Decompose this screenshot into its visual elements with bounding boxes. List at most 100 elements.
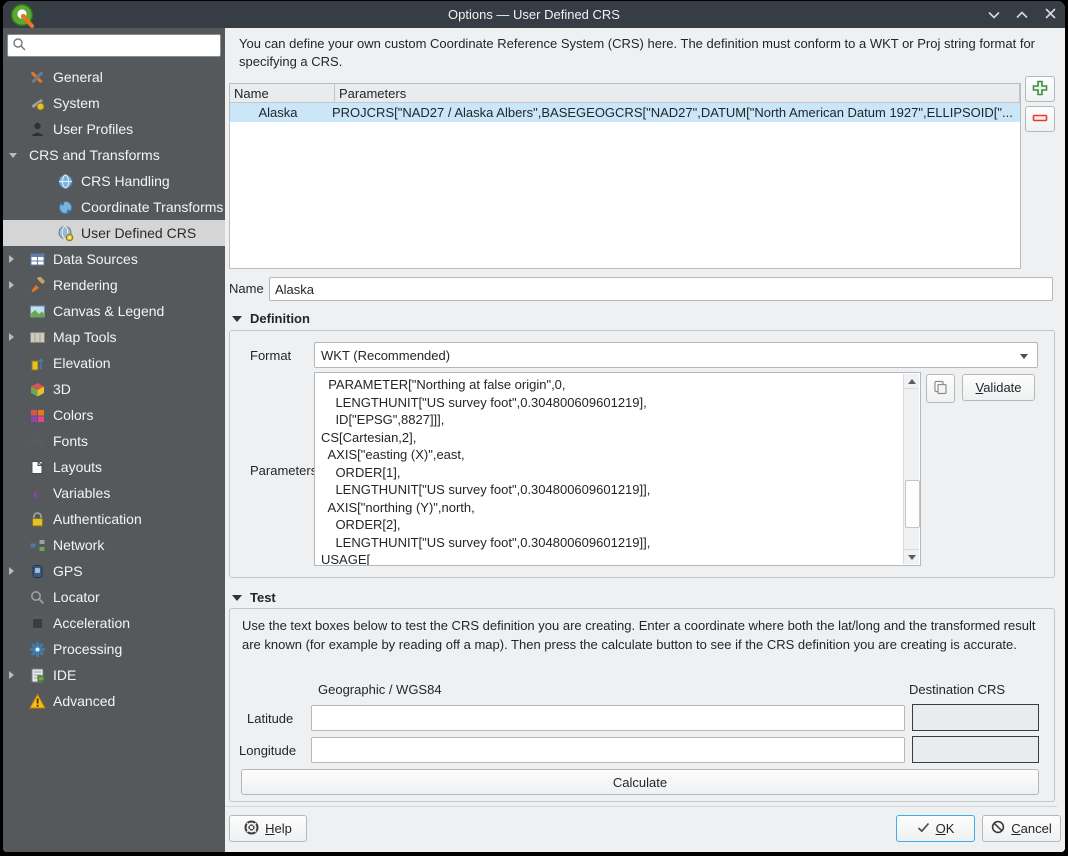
system-gear-icon <box>29 95 46 112</box>
sidebar-item-map-tools[interactable]: Map Tools <box>3 324 225 350</box>
sidebar-item-data-sources[interactable]: Data Sources <box>3 246 225 272</box>
definition-section-header[interactable]: Definition <box>232 311 310 326</box>
cube-3d-icon <box>29 381 46 398</box>
sidebar-item-gps[interactable]: GPS <box>3 558 225 584</box>
color-swatches-icon <box>29 407 46 424</box>
titlebar[interactable]: Options — User Defined CRS <box>3 1 1065 28</box>
crs-name-input[interactable] <box>269 277 1053 301</box>
sidebar-item-crs-handling[interactable]: CRS Handling <box>3 168 225 194</box>
cancel-button[interactable]: Cancel <box>982 815 1061 842</box>
test-section-header[interactable]: Test <box>232 590 276 605</box>
sidebar-search[interactable] <box>7 34 221 57</box>
sidebar-item-general[interactable]: General <box>3 64 225 90</box>
globe-arrows-icon <box>57 199 74 216</box>
ok-button[interactable]: OK <box>896 815 975 842</box>
latitude-input[interactable] <box>311 705 905 731</box>
sidebar-item-label: Network <box>53 537 105 553</box>
sidebar-item-network[interactable]: Network <box>3 532 225 558</box>
copy-icon <box>933 380 948 398</box>
destination-longitude-output <box>912 736 1039 763</box>
sidebar-item-fonts[interactable]: Aa Fonts <box>3 428 225 454</box>
sidebar-item-label: Variables <box>53 485 111 501</box>
sidebar-item-label: User Profiles <box>53 121 134 137</box>
sidebar-item-label: Colors <box>53 407 94 423</box>
sidebar-item-label: Locator <box>53 589 100 605</box>
sidebar-item-processing[interactable]: Processing <box>3 636 225 662</box>
geographic-wgs84-label: Geographic / WGS84 <box>318 682 442 697</box>
sidebar-item-coordinate-transforms[interactable]: Coordinate Transforms <box>3 194 225 220</box>
test-description: Use the text boxes below to test the CRS… <box>242 618 1036 652</box>
sidebar-item-label: General <box>53 69 103 85</box>
sidebar-item-label: Advanced <box>53 693 116 709</box>
gps-device-icon <box>29 563 46 580</box>
sidebar-item-label: Canvas & Legend <box>53 303 165 319</box>
sidebar-item-3d[interactable]: 3D <box>3 376 225 402</box>
longitude-input[interactable] <box>311 737 905 763</box>
sidebar-item-ide[interactable]: IDE <box>3 662 225 688</box>
scroll-up-icon[interactable] <box>904 374 919 389</box>
check-icon <box>917 821 930 836</box>
scroll-down-icon[interactable] <box>904 549 919 564</box>
parameters-label: Parameters <box>250 463 318 478</box>
epsilon-icon: ε <box>29 485 46 502</box>
expand-arrow-icon[interactable] <box>9 671 14 679</box>
sidebar-item-acceleration[interactable]: Acceleration <box>3 610 225 636</box>
expand-arrow-icon[interactable] <box>9 281 14 289</box>
sidebar-item-label: IDE <box>53 667 77 683</box>
sidebar-item-user-defined-crs[interactable]: User Defined CRS <box>3 220 225 246</box>
collapse-arrow-icon[interactable] <box>9 152 17 158</box>
sidebar-item-system[interactable]: System <box>3 90 225 116</box>
search-input[interactable] <box>26 37 220 54</box>
copy-wkt-button[interactable] <box>926 374 955 403</box>
sidebar-item-label: Elevation <box>53 355 111 371</box>
warning-triangle-icon <box>29 692 46 710</box>
name-label: Name <box>229 281 264 296</box>
sidebar-item-canvas-legend[interactable]: Canvas & Legend <box>3 298 225 324</box>
crs-table-row[interactable]: Alaska PROJCRS["NAD27 / Alaska Albers",BA… <box>230 103 1020 122</box>
sidebar-item-label: Rendering <box>53 277 118 293</box>
crs-parameters-editor[interactable]: PARAMETER["Northing at false origin",0, … <box>314 372 921 566</box>
destination-crs-label: Destination CRS <box>909 682 1006 697</box>
scrollbar-thumb[interactable] <box>905 480 920 528</box>
paintbrush-icon <box>29 276 46 294</box>
sidebar-item-label: GPS <box>53 563 83 579</box>
column-header-name: Name <box>230 84 335 102</box>
longitude-label: Longitude <box>239 743 297 758</box>
validate-button[interactable]: Validate <box>962 374 1035 401</box>
format-label: Format <box>250 348 292 363</box>
format-select[interactable]: WKT (Recommended) <box>314 342 1038 368</box>
help-button[interactable]: Help <box>229 815 307 842</box>
expand-arrow-icon[interactable] <box>9 567 14 575</box>
sidebar-item-locator[interactable]: Locator <box>3 584 225 610</box>
sidebar-item-user-profiles[interactable]: User Profiles <box>3 116 225 142</box>
close-button[interactable] <box>1043 8 1057 22</box>
collapse-arrow-icon <box>232 315 242 322</box>
sidebar-item-authentication[interactable]: Authentication <box>3 506 225 532</box>
expand-arrow-icon[interactable] <box>9 333 14 341</box>
sidebar-item-crs-and-transforms[interactable]: CRS and Transforms <box>3 142 225 168</box>
chevron-up-icon <box>1016 7 1028 22</box>
sidebar-item-elevation[interactable]: Elevation <box>3 350 225 376</box>
sidebar-item-label: 3D <box>53 381 71 397</box>
sidebar-item-variables[interactable]: ε Variables <box>3 480 225 506</box>
calculate-button[interactable]: Calculate <box>241 769 1039 795</box>
globe-gear-icon <box>57 225 74 242</box>
sidebar-item-colors[interactable]: Colors <box>3 402 225 428</box>
parameters-scrollbar[interactable] <box>903 374 920 564</box>
definition-section-title: Definition <box>250 311 310 326</box>
sidebar-item-label: Fonts <box>53 433 89 449</box>
sidebar-item-label: Map Tools <box>53 329 117 345</box>
sidebar-item-label: Coordinate Transforms <box>81 199 224 215</box>
sidebar-item-label: CRS Handling <box>81 173 170 189</box>
sidebar-item-advanced[interactable]: Advanced <box>3 688 225 714</box>
maximize-button[interactable] <box>1015 8 1029 22</box>
expand-arrow-icon[interactable] <box>9 255 14 263</box>
sidebar-item-layouts[interactable]: Layouts <box>3 454 225 480</box>
sidebar-item-rendering[interactable]: Rendering <box>3 272 225 298</box>
add-crs-button[interactable] <box>1025 76 1055 102</box>
minimize-button[interactable] <box>987 8 1001 22</box>
wrench-hammer-icon <box>29 69 46 86</box>
remove-crs-button[interactable] <box>1025 106 1055 132</box>
sidebar-item-label: Acceleration <box>53 615 131 631</box>
padlock-icon <box>29 511 46 528</box>
